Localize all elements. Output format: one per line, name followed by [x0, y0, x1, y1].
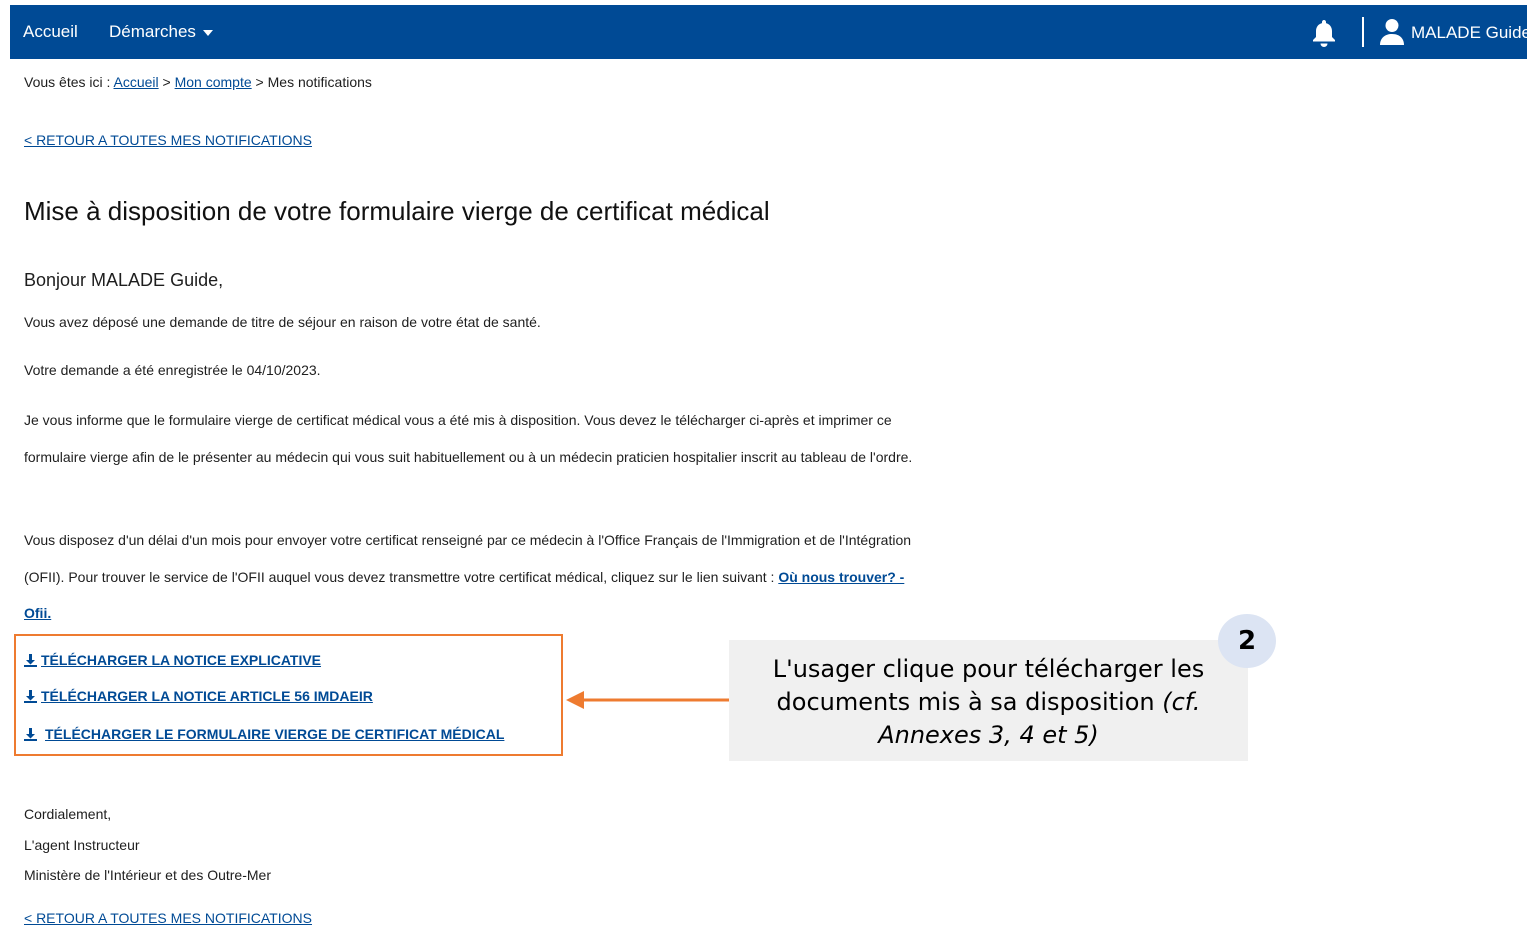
breadcrumb-account-link[interactable]: Mon compte: [175, 74, 252, 90]
closing-ministry: Ministère de l'Intérieur et des Outre-Me…: [24, 867, 271, 883]
callout-line-2: documents mis à sa disposition (cf.: [729, 686, 1248, 719]
closing-salutation: Cordialement,: [24, 806, 112, 822]
back-to-notifications-link[interactable]: < RETOUR A TOUTES MES NOTIFICATIONS: [24, 132, 312, 148]
step-number-badge: 2: [1218, 614, 1276, 668]
bell-icon[interactable]: [1308, 17, 1340, 49]
closing-agent: L'agent Instructeur: [24, 837, 140, 853]
page-title: Mise à disposition de votre formulaire v…: [24, 196, 770, 226]
breadcrumb-separator: >: [251, 74, 268, 90]
user-icon[interactable]: [1379, 18, 1405, 46]
download-icon: [24, 690, 37, 703]
breadcrumb-prefix: Vous êtes ici :: [24, 74, 114, 90]
nav-procedures-label: Démarches: [109, 22, 196, 41]
download-icon: [24, 654, 37, 667]
callout-line-2-text: documents mis à sa disposition: [776, 688, 1155, 716]
caret-down-icon: [202, 29, 213, 36]
nav-home-link[interactable]: Accueil: [23, 22, 78, 42]
back-to-notifications-link-bottom[interactable]: < RETOUR A TOUTES MES NOTIFICATIONS: [24, 910, 312, 926]
annotation-arrow-icon: [566, 691, 732, 709]
paragraph-deadline: Vous disposez d'un délai d'un mois pour …: [24, 522, 924, 632]
download-article56-label: TÉLÉCHARGER LA NOTICE ARTICLE 56 IMDAEIR: [41, 688, 373, 704]
download-form-link[interactable]: TÉLÉCHARGER LE FORMULAIRE VIERGE DE CERT…: [24, 726, 504, 742]
top-navbar: Accueil Démarches MALADE Guide: [10, 5, 1527, 59]
download-notice-link[interactable]: TÉLÉCHARGER LA NOTICE EXPLICATIVE: [24, 652, 321, 668]
nav-procedures-menu[interactable]: Démarches: [109, 22, 213, 42]
breadcrumb-current: Mes notifications: [267, 74, 372, 90]
callout-line-3: Annexes 3, 4 et 5): [878, 721, 1099, 749]
nav-separator: [1362, 17, 1364, 47]
paragraph-date: Votre demande a été enregistrée le 04/10…: [24, 362, 321, 378]
paragraph-form-info: Je vous informe que le formulaire vierge…: [24, 412, 913, 465]
callout-line-1: L'usager clique pour télécharger les: [772, 655, 1205, 683]
annotation-callout: L'usager clique pour télécharger les doc…: [729, 640, 1248, 761]
paragraph-request: Vous avez déposé une demande de titre de…: [24, 314, 541, 330]
download-article56-link[interactable]: TÉLÉCHARGER LA NOTICE ARTICLE 56 IMDAEIR: [24, 688, 373, 704]
callout-line-2-italic: (cf.: [1154, 688, 1201, 716]
breadcrumb-home-link[interactable]: Accueil: [114, 74, 159, 90]
breadcrumb: Vous êtes ici : Accueil > Mon compte > M…: [24, 74, 372, 90]
greeting: Bonjour MALADE Guide,: [24, 270, 224, 290]
download-form-label: TÉLÉCHARGER LE FORMULAIRE VIERGE DE CERT…: [45, 726, 505, 742]
download-notice-label: TÉLÉCHARGER LA NOTICE EXPLICATIVE: [41, 652, 322, 668]
user-name-link[interactable]: MALADE Guide: [1411, 23, 1527, 43]
download-icon: [24, 728, 37, 741]
breadcrumb-separator: >: [158, 74, 175, 90]
